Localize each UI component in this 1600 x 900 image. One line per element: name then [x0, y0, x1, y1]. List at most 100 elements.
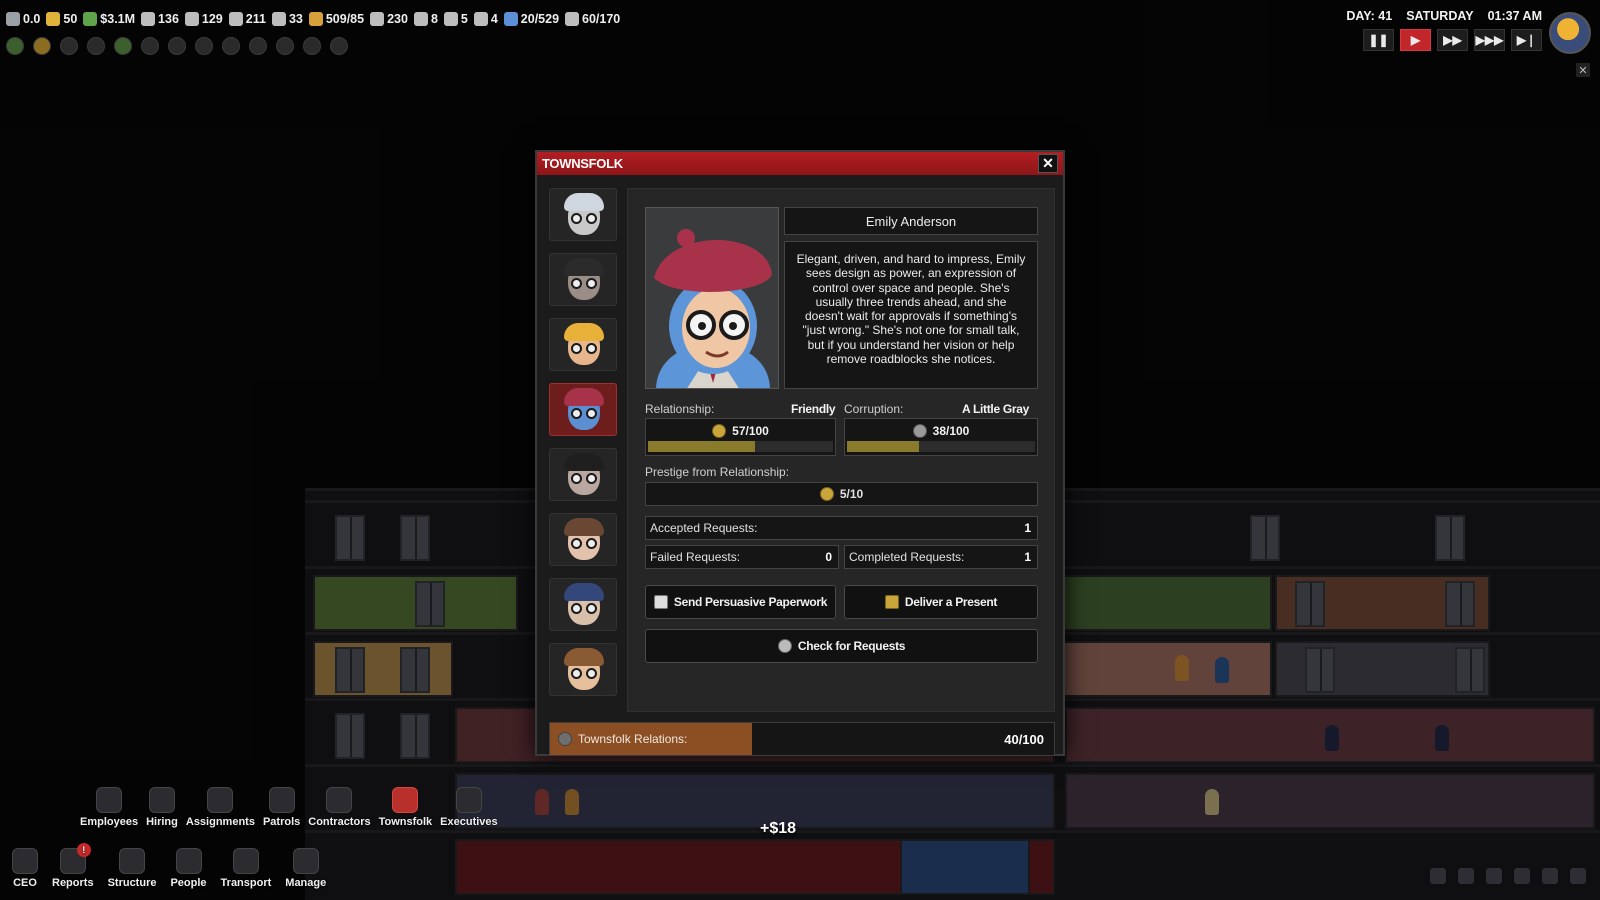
- hud-stat[interactable]: 129: [184, 12, 223, 26]
- game-clock: DAY: 41 SATURDAY 01:37 AM: [1346, 9, 1542, 23]
- portrait-3-thumbnail[interactable]: [549, 318, 617, 371]
- hud-stat[interactable]: 4: [473, 12, 498, 26]
- nav-employees-button[interactable]: Employees: [80, 787, 138, 828]
- hud-stat[interactable]: 20/529: [503, 12, 559, 26]
- ceo-avatar-icon[interactable]: [1549, 12, 1591, 54]
- masked-face-icon: [912, 424, 927, 438]
- hair-icon: [564, 193, 604, 211]
- close-icon[interactable]: ✕: [1576, 63, 1590, 77]
- portrait-2-thumbnail[interactable]: [549, 253, 617, 306]
- nav-patrols-button[interactable]: Patrols: [263, 787, 300, 828]
- pause-icon[interactable]: ❚❚: [1363, 29, 1394, 51]
- nav-transport-button[interactable]: Transport: [221, 848, 271, 889]
- effect-icon[interactable]: [114, 37, 132, 55]
- check-requests-button[interactable]: Check for Requests: [645, 629, 1038, 663]
- nav-hiring-button[interactable]: Hiring: [146, 787, 178, 828]
- nav-hiring-label: Hiring: [146, 816, 178, 828]
- effect-icon[interactable]: [222, 37, 240, 55]
- structure-icon: [119, 848, 146, 874]
- overlay-toggle-icon[interactable]: [1486, 868, 1502, 884]
- hair-icon: [564, 518, 604, 536]
- overlay-toggle-icon[interactable]: [1458, 868, 1474, 884]
- effect-icon[interactable]: [6, 37, 24, 55]
- overlay-toggle-icon[interactable]: [1542, 868, 1558, 884]
- hud-stat[interactable]: 5: [443, 12, 468, 26]
- skip-icon[interactable]: ▶❘: [1511, 29, 1542, 51]
- relationship-status: Friendly: [791, 402, 836, 416]
- hud-stat[interactable]: 0.0: [6, 12, 40, 26]
- nav-contractors-button[interactable]: Contractors: [308, 787, 371, 828]
- play-icon[interactable]: ▶: [1400, 29, 1431, 51]
- effect-icon[interactable]: [276, 37, 294, 55]
- weekday-label: SATURDAY: [1406, 9, 1474, 23]
- glasses-icon: [571, 213, 582, 224]
- effect-icon[interactable]: [168, 37, 186, 55]
- hud-stat-value: 230: [387, 12, 408, 26]
- hud-stat-value: 129: [201, 12, 223, 26]
- nav-reports-button[interactable]: ! Reports: [52, 843, 94, 889]
- overlay-toggles: [1430, 868, 1586, 884]
- hud-stat[interactable]: 509/85: [308, 12, 365, 26]
- hud-stat-value: 8: [430, 12, 438, 26]
- corruption-status: A Little Gray: [962, 402, 1030, 416]
- portrait-8-thumbnail[interactable]: [549, 643, 617, 696]
- effect-icon[interactable]: [330, 37, 348, 55]
- manage-icon: [292, 848, 319, 874]
- effect-icon[interactable]: [60, 37, 78, 55]
- faster-forward-icon[interactable]: ▶▶▶: [1474, 29, 1505, 51]
- glasses-icon: [571, 538, 582, 549]
- portrait-5-thumbnail[interactable]: [549, 448, 617, 501]
- hud-stat[interactable]: 60/170: [565, 12, 620, 26]
- corruption-label: Corruption:: [844, 402, 904, 416]
- income-popup: +$18: [760, 820, 797, 837]
- effect-icon[interactable]: [303, 37, 321, 55]
- nav-assignments-button[interactable]: Assignments: [186, 787, 255, 828]
- building-icon: [141, 12, 156, 26]
- townsfolk-relations-bar: Townsfolk Relations: 40/100: [549, 722, 1055, 756]
- nav-executives-button[interactable]: Executives: [440, 787, 498, 828]
- glasses-icon: [586, 213, 597, 224]
- portrait-6-thumbnail[interactable]: [549, 513, 617, 566]
- hud-stat[interactable]: 211: [228, 12, 266, 26]
- sofa-icon: [473, 12, 488, 26]
- overlay-toggle-icon[interactable]: [1570, 868, 1586, 884]
- corruption-meter: 38/100: [844, 418, 1038, 456]
- hud-stat[interactable]: 8: [413, 12, 438, 26]
- nav-manage-button[interactable]: Manage: [285, 848, 326, 889]
- overlay-toggle-icon[interactable]: [1514, 868, 1530, 884]
- hud-stat-value: 509/85: [325, 12, 365, 26]
- hud-stat[interactable]: 230: [370, 12, 408, 26]
- portrait-7-thumbnail[interactable]: [549, 578, 617, 631]
- hud-stat[interactable]: $3.1M: [83, 12, 135, 26]
- gift-icon: [884, 595, 899, 609]
- hud-stat[interactable]: 50: [46, 12, 77, 26]
- nav-townsfolk-button[interactable]: Townsfolk: [378, 787, 433, 828]
- portrait-4-thumbnail[interactable]: [549, 383, 617, 436]
- fast-forward-icon[interactable]: ▶▶: [1437, 29, 1468, 51]
- nav-structure-button[interactable]: Structure: [108, 848, 156, 889]
- effect-icon[interactable]: [141, 37, 159, 55]
- effect-icon[interactable]: [249, 37, 267, 55]
- effect-icon[interactable]: [87, 37, 105, 55]
- effect-icon[interactable]: [195, 37, 213, 55]
- floor-6: [305, 830, 1600, 896]
- hud-stat-value: 136: [158, 12, 179, 26]
- close-button[interactable]: ✕: [1038, 154, 1058, 173]
- townsfolk-detail-panel: Emily Anderson Elegant, driven, and hard…: [627, 188, 1055, 712]
- gift-icon: [712, 424, 727, 438]
- nav-ceo-button[interactable]: CEO: [12, 848, 38, 889]
- portrait-1-thumbnail[interactable]: [549, 188, 617, 241]
- townsfolk-icon: [392, 787, 419, 813]
- nav-townsfolk-label: Townsfolk: [378, 816, 433, 828]
- speed-controls: ❚❚ ▶ ▶▶ ▶▶▶ ▶❘: [1363, 29, 1542, 51]
- send-paperwork-button[interactable]: Send Persuasive Paperwork: [645, 585, 836, 619]
- effect-icon[interactable]: [33, 37, 51, 55]
- deliver-present-button[interactable]: Deliver a Present: [844, 585, 1038, 619]
- failed-requests-value: 0: [825, 550, 832, 564]
- overlay-toggle-icon[interactable]: [1430, 868, 1446, 884]
- hud-stat[interactable]: 136: [141, 12, 179, 26]
- nav-people-button[interactable]: People: [170, 848, 207, 889]
- completed-requests-value: 1: [1024, 550, 1031, 564]
- hud-stat[interactable]: 33: [271, 12, 303, 26]
- floor-5: [305, 764, 1600, 830]
